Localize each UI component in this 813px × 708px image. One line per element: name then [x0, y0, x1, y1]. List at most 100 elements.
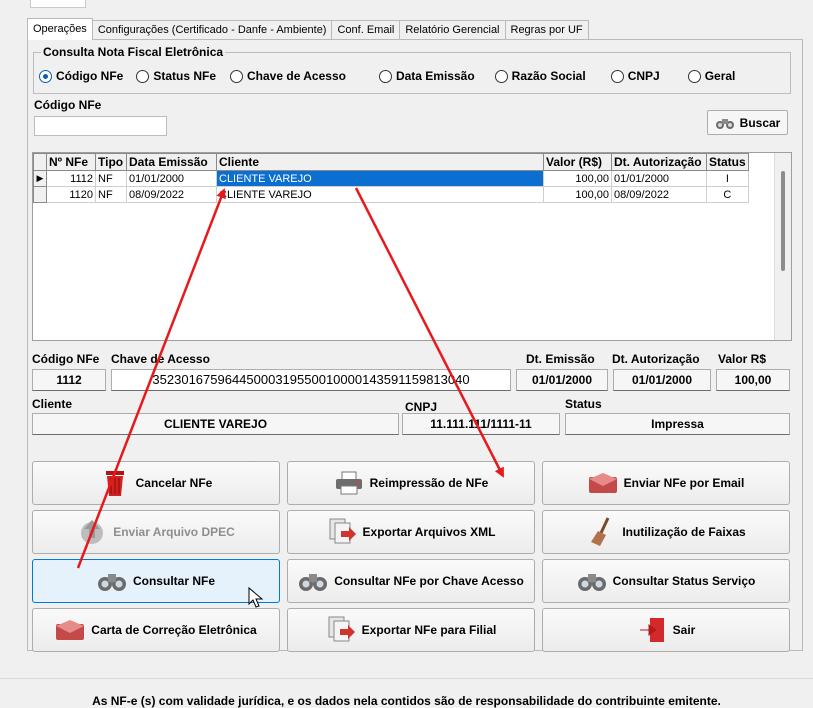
query-type-group: Consulta Nota Fiscal Eletrônica Código N…	[33, 45, 791, 94]
nfe-grid[interactable]: Nº NFe Tipo Data Emissão Cliente Valor (…	[32, 152, 792, 341]
col-header-emissao[interactable]: Data Emissão	[126, 153, 217, 171]
binoculars-icon	[577, 566, 607, 596]
cancelar-nfe-button[interactable]: Cancelar NFe	[32, 461, 280, 505]
trash-icon	[100, 468, 130, 498]
outer-tab-stub	[30, 0, 86, 8]
tab-conf-email[interactable]: Conf. Email	[331, 20, 401, 40]
detail-chave-field[interactable]: 3523016759644500031955001000014359115981…	[111, 369, 511, 391]
export-files-icon	[326, 615, 356, 645]
col-header-tipo[interactable]: Tipo	[95, 153, 127, 171]
cell-status[interactable]: C	[706, 186, 749, 203]
radio-cnpj[interactable]: CNPJ	[610, 69, 660, 83]
detail-valor-label: Valor R$	[718, 352, 767, 366]
tab-bar: Operações Configurações (Certificado - D…	[27, 18, 589, 40]
query-radio-row: Código NFe Status NFe Chave de Acesso Da…	[39, 69, 735, 83]
col-header-cliente[interactable]: Cliente	[216, 153, 544, 171]
cell-cliente[interactable]: CLIENTE VAREJO	[216, 186, 544, 203]
row-indicator-icon: ▶	[33, 170, 47, 187]
cell-tipo[interactable]: NF	[95, 186, 127, 203]
detail-cnpj-label: CNPJ	[405, 400, 438, 414]
binoculars-icon	[715, 116, 735, 130]
codigo-nfe-input[interactable]	[34, 116, 167, 136]
grid-header-row: Nº NFe Tipo Data Emissão Cliente Valor (…	[33, 153, 749, 171]
cell-nfe[interactable]: 1112	[46, 170, 96, 187]
radio-dot-icon	[230, 69, 244, 83]
radio-geral[interactable]: Geral	[687, 69, 735, 83]
radio-dot-icon	[610, 69, 624, 83]
enviar-dpec-button[interactable]: Enviar Arquivo DPEC	[32, 510, 280, 554]
cell-emissao[interactable]: 01/01/2000	[126, 170, 217, 187]
cell-emissao[interactable]: 08/09/2022	[126, 186, 217, 203]
detail-cliente-field: CLIENTE VAREJO	[32, 413, 399, 435]
export-files-icon	[327, 517, 357, 547]
envelope-icon	[588, 468, 618, 498]
query-group-title: Consulta Nota Fiscal Eletrônica	[41, 45, 226, 59]
consultar-nfe-chave-button[interactable]: Consultar NFe por Chave Acesso	[287, 559, 535, 603]
upload-globe-icon	[77, 517, 107, 547]
col-header-status[interactable]: Status	[706, 153, 749, 171]
detail-valor-field: 100,00	[716, 369, 790, 391]
radio-razao-social[interactable]: Razão Social	[494, 69, 586, 83]
search-button[interactable]: Buscar	[707, 110, 788, 135]
col-header-autorizacao[interactable]: Dt. Autorização	[611, 153, 707, 171]
reimpressao-nfe-button[interactable]: Reimpressão de NFe	[287, 461, 535, 505]
exportar-xml-button[interactable]: Exportar Arquivos XML	[287, 510, 535, 554]
binoculars-icon	[298, 566, 328, 596]
detail-autorizacao-field: 01/01/2000	[613, 369, 711, 391]
radio-dot-icon	[39, 69, 52, 83]
table-row[interactable]: ▶ 1112 NF 01/01/2000 CLIENTE VAREJO 100,…	[33, 170, 749, 187]
scrollbar-thumb[interactable]	[781, 171, 785, 271]
detail-codigo-field: 1112	[32, 369, 106, 391]
detail-status-field: Impressa	[565, 413, 790, 435]
carta-correcao-button[interactable]: Carta de Correção Eletrônica	[32, 608, 280, 652]
radio-status-nfe[interactable]: Status NFe	[136, 69, 216, 83]
consultar-nfe-button[interactable]: Consultar NFe	[32, 559, 280, 603]
envelope-icon	[55, 615, 85, 645]
tab-configuracoes[interactable]: Configurações (Certificado - Danfe - Amb…	[91, 20, 333, 40]
row-indicator-icon	[33, 186, 47, 203]
sair-button[interactable]: Sair	[542, 608, 790, 652]
radio-dot-icon	[136, 69, 150, 83]
detail-cliente-label: Cliente	[32, 397, 73, 411]
detail-emissao-label: Dt. Emissão	[526, 352, 595, 366]
tab-relatorio-gerencial[interactable]: Relatório Gerencial	[399, 20, 506, 40]
grid-corner	[33, 153, 47, 171]
tab-regras-por-uf[interactable]: Regras por UF	[504, 20, 589, 40]
cell-nfe[interactable]: 1120	[46, 186, 96, 203]
detail-autorizacao-label: Dt. Autorização	[612, 352, 700, 366]
radio-dot-icon	[687, 69, 701, 83]
radio-dot-icon	[378, 69, 392, 83]
radio-dot-icon	[494, 69, 508, 83]
cell-cliente[interactable]: CLIENTE VAREJO	[216, 170, 544, 187]
radio-chave-acesso[interactable]: Chave de Acesso	[230, 69, 346, 83]
detail-emissao-field: 01/01/2000	[516, 369, 608, 391]
exportar-filial-button[interactable]: Exportar NFe para Filial	[287, 608, 535, 652]
cell-tipo[interactable]: NF	[95, 170, 127, 187]
col-header-valor[interactable]: Valor (R$)	[543, 153, 612, 171]
broom-icon	[586, 517, 616, 547]
radio-data-emissao[interactable]: Data Emissão	[378, 69, 475, 83]
detail-chave-label: Chave de Acesso	[111, 352, 210, 366]
detail-codigo-label: Código NFe	[32, 352, 100, 366]
table-row[interactable]: 1120 NF 08/09/2022 CLIENTE VAREJO 100,00…	[33, 186, 749, 203]
cell-autorizacao[interactable]: 01/01/2000	[611, 170, 707, 187]
legal-footer: As NF-e (s) com validade jurídica, e os …	[0, 678, 813, 708]
col-header-nfe[interactable]: Nº NFe	[46, 153, 96, 171]
grid-vertical-scrollbar[interactable]	[774, 153, 791, 340]
cell-status[interactable]: I	[706, 170, 749, 187]
printer-icon	[334, 468, 364, 498]
consultar-status-servico-button[interactable]: Consultar Status Serviço	[542, 559, 790, 603]
tab-operacoes[interactable]: Operações	[27, 18, 93, 40]
codigo-nfe-label: Código NFe	[34, 98, 102, 112]
binoculars-icon	[97, 566, 127, 596]
enviar-email-button[interactable]: Enviar NFe por Email	[542, 461, 790, 505]
window-top-strip	[0, 0, 813, 10]
detail-cnpj-field: 11.111.111/1111-11	[402, 413, 560, 435]
inutilizacao-faixas-button[interactable]: Inutilização de Faixas	[542, 510, 790, 554]
cell-valor[interactable]: 100,00	[543, 186, 612, 203]
cell-valor[interactable]: 100,00	[543, 170, 612, 187]
exit-door-icon	[637, 615, 667, 645]
cell-autorizacao[interactable]: 08/09/2022	[611, 186, 707, 203]
radio-codigo-nfe[interactable]: Código NFe	[39, 69, 123, 83]
detail-status-label: Status	[565, 397, 602, 411]
